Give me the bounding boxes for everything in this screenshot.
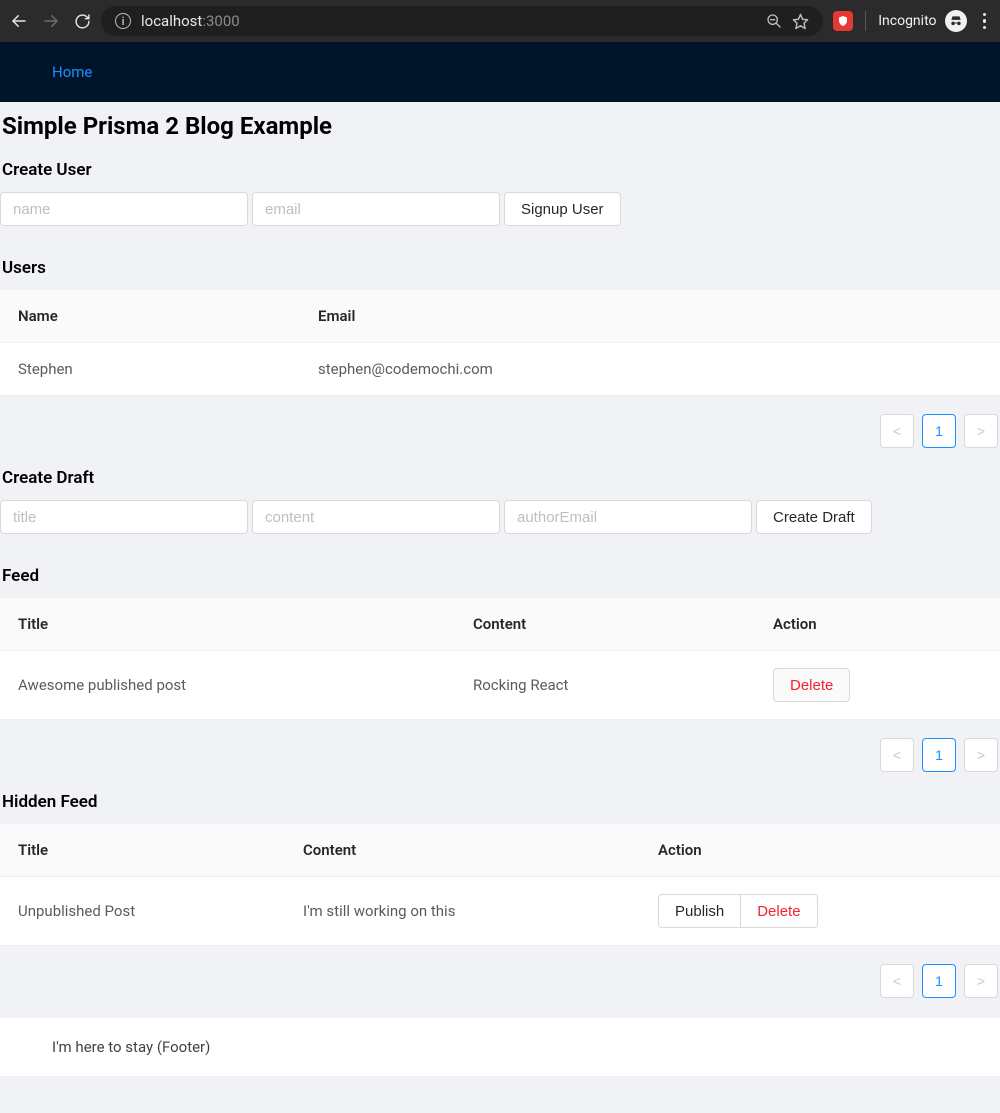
draft-author-input[interactable] [504, 500, 752, 534]
users-heading: Users [0, 244, 1000, 290]
pager-prev-button[interactable]: < [880, 964, 914, 998]
hidden-col-content: Content [285, 824, 640, 877]
zoom-icon[interactable] [766, 13, 782, 29]
pager-page-1[interactable]: 1 [922, 738, 956, 772]
users-table: Name Email Stephen stephen@codemochi.com [0, 290, 1000, 396]
delete-button[interactable]: Delete [740, 894, 817, 928]
footer: I'm here to stay (Footer) [0, 1018, 1000, 1076]
incognito-icon [945, 10, 967, 32]
feed-content-cell: Rocking React [455, 651, 755, 720]
reload-icon[interactable] [74, 13, 91, 30]
feed-col-content: Content [455, 598, 755, 651]
incognito-indicator: Incognito [878, 10, 966, 32]
hidden-feed-heading: Hidden Feed [0, 778, 1000, 824]
hidden-feed-table: Title Content Action Unpublished Post I'… [0, 824, 1000, 946]
create-draft-button[interactable]: Create Draft [756, 500, 872, 534]
pager-prev-button[interactable]: < [880, 738, 914, 772]
site-info-icon[interactable]: i [115, 13, 131, 29]
ublock-icon[interactable] [833, 11, 853, 31]
hidden-feed-pagination: < 1 > [0, 946, 1000, 998]
users-col-email: Email [300, 290, 1000, 343]
table-row: Unpublished Post I'm still working on th… [0, 877, 1000, 946]
table-row: Awesome published post Rocking React Del… [0, 651, 1000, 720]
hidden-col-action: Action [640, 824, 1000, 877]
users-pagination: < 1 > [0, 396, 1000, 448]
user-email-input[interactable] [252, 192, 500, 226]
create-user-form: Signup User [0, 192, 1000, 244]
table-row: Stephen stephen@codemochi.com [0, 343, 1000, 396]
create-user-heading: Create User [0, 146, 1000, 192]
app-nav: Home [0, 42, 1000, 102]
users-col-name: Name [0, 290, 300, 343]
url-text: localhost:3000 [141, 12, 240, 30]
pager-next-button[interactable]: > [964, 964, 998, 998]
feed-title-cell: Awesome published post [0, 651, 455, 720]
browser-chrome: i localhost:3000 Incognito [0, 0, 1000, 42]
divider [865, 11, 866, 31]
feed-col-title: Title [0, 598, 455, 651]
feed-pagination: < 1 > [0, 720, 1000, 772]
hidden-title-cell: Unpublished Post [0, 877, 285, 946]
forward-icon [42, 12, 60, 30]
publish-button[interactable]: Publish [658, 894, 741, 928]
create-draft-heading: Create Draft [0, 454, 1000, 500]
delete-button[interactable]: Delete [773, 668, 850, 702]
feed-action-cell: Delete [755, 651, 1000, 720]
draft-title-input[interactable] [0, 500, 248, 534]
signup-user-button[interactable]: Signup User [504, 192, 621, 226]
create-draft-form: Create Draft [0, 500, 1000, 552]
user-email-cell: stephen@codemochi.com [300, 343, 1000, 396]
hidden-col-title: Title [0, 824, 285, 877]
hidden-content-cell: I'm still working on this [285, 877, 640, 946]
pager-page-1[interactable]: 1 [922, 414, 956, 448]
footer-text: I'm here to stay (Footer) [52, 1038, 210, 1056]
draft-content-input[interactable] [252, 500, 500, 534]
back-icon[interactable] [10, 12, 28, 30]
pager-next-button[interactable]: > [964, 414, 998, 448]
pager-page-1[interactable]: 1 [922, 964, 956, 998]
feed-heading: Feed [0, 552, 1000, 598]
pager-prev-button[interactable]: < [880, 414, 914, 448]
hidden-action-cell: Publish Delete [640, 877, 1000, 946]
user-name-cell: Stephen [0, 343, 300, 396]
feed-col-action: Action [755, 598, 1000, 651]
bookmark-star-icon[interactable] [792, 13, 809, 30]
page-title: Simple Prisma 2 Blog Example [0, 102, 1000, 146]
nav-link-home[interactable]: Home [52, 63, 92, 81]
address-bar[interactable]: i localhost:3000 [101, 6, 823, 36]
feed-table: Title Content Action Awesome published p… [0, 598, 1000, 720]
user-name-input[interactable] [0, 192, 248, 226]
pager-next-button[interactable]: > [964, 738, 998, 772]
browser-menu-icon[interactable] [979, 13, 991, 30]
